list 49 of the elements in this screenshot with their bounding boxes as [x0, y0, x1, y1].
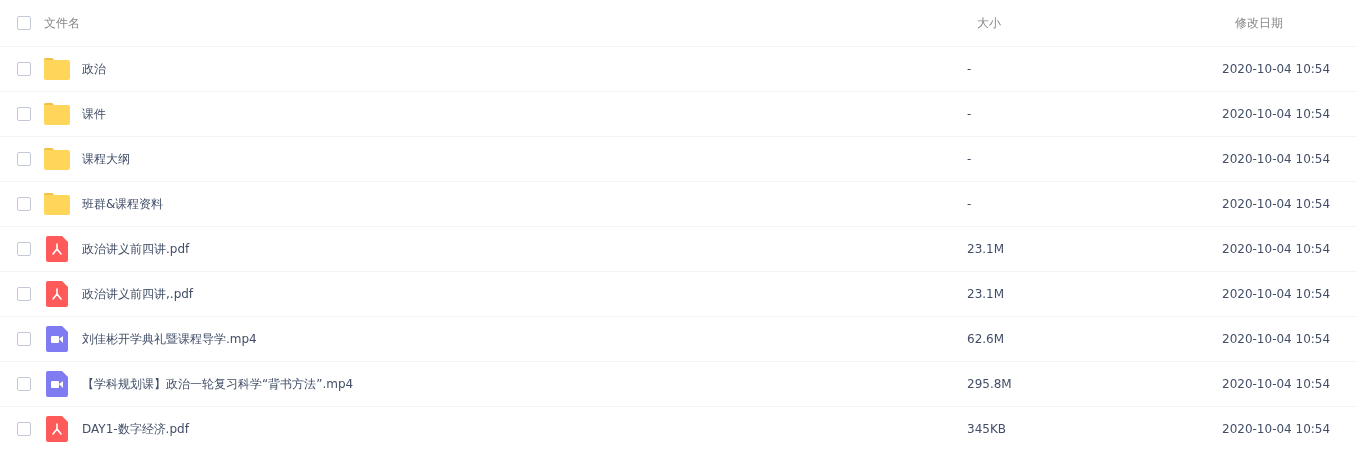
- modified-date: 2020-10-04 10:54: [1222, 197, 1331, 211]
- checkbox[interactable]: [17, 62, 31, 76]
- video-icon: [46, 371, 68, 397]
- checkbox[interactable]: [17, 197, 31, 211]
- column-header[interactable]: 修改日期: [1222, 15, 1283, 30]
- checkbox[interactable]: [17, 152, 31, 166]
- checkbox[interactable]: [17, 377, 31, 391]
- modified-date: 2020-10-04 10:54: [1222, 152, 1331, 166]
- pdf-icon: [46, 281, 68, 307]
- checkbox[interactable]: [17, 16, 31, 30]
- folder-icon: [44, 193, 70, 215]
- folder-icon: [44, 148, 70, 170]
- file-name[interactable]: 班群&课程资料: [82, 195, 164, 213]
- file-name[interactable]: 【学科规划课】政治一轮复习科学“背书方法”.mp4: [82, 375, 354, 393]
- modified-date: 2020-10-04 10:54: [1222, 332, 1331, 346]
- file-size: 295.8M: [967, 377, 1012, 391]
- folder-icon: [44, 58, 70, 80]
- file-name[interactable]: 课程大纲: [82, 150, 130, 168]
- modified-date: 2020-10-04 10:54: [1222, 107, 1331, 121]
- file-name[interactable]: 政治讲义前四讲,.pdf: [82, 285, 194, 303]
- modified-date: 2020-10-04 10:54: [1222, 62, 1331, 76]
- pdf-icon: [46, 416, 68, 442]
- modified-date: 2020-10-04 10:54: [1222, 287, 1331, 301]
- column-header[interactable]: 文件名: [44, 14, 80, 32]
- checkbox[interactable]: [17, 332, 31, 346]
- modified-date: 2020-10-04 10:54: [1222, 377, 1331, 391]
- file-size: 23.1M: [967, 287, 1005, 301]
- file-size: -: [967, 62, 972, 76]
- file-name[interactable]: 政治: [82, 60, 106, 78]
- folder-icon: [44, 103, 70, 125]
- column-header[interactable]: 大小: [955, 15, 1001, 30]
- file-name[interactable]: 课件: [82, 105, 106, 123]
- file-size: -: [967, 107, 972, 121]
- checkbox[interactable]: [17, 422, 31, 436]
- modified-date: 2020-10-04 10:54: [1222, 242, 1331, 256]
- checkbox[interactable]: [17, 107, 31, 121]
- checkbox[interactable]: [17, 287, 31, 301]
- modified-date: 2020-10-04 10:54: [1222, 422, 1331, 436]
- file-name[interactable]: DAY1-数字经济.pdf: [82, 420, 189, 438]
- checkbox[interactable]: [17, 242, 31, 256]
- video-icon: [46, 326, 68, 352]
- pdf-icon: [46, 236, 68, 262]
- file-name[interactable]: 刘佳彬开学典礼暨课程导学.mp4: [82, 330, 257, 348]
- file-name[interactable]: 政治讲义前四讲.pdf: [82, 240, 190, 258]
- file-size: -: [967, 152, 972, 166]
- file-size: 345KB: [967, 422, 1006, 436]
- file-size: 23.1M: [967, 242, 1005, 256]
- file-size: -: [967, 197, 972, 211]
- file-size: 62.6M: [967, 332, 1005, 346]
